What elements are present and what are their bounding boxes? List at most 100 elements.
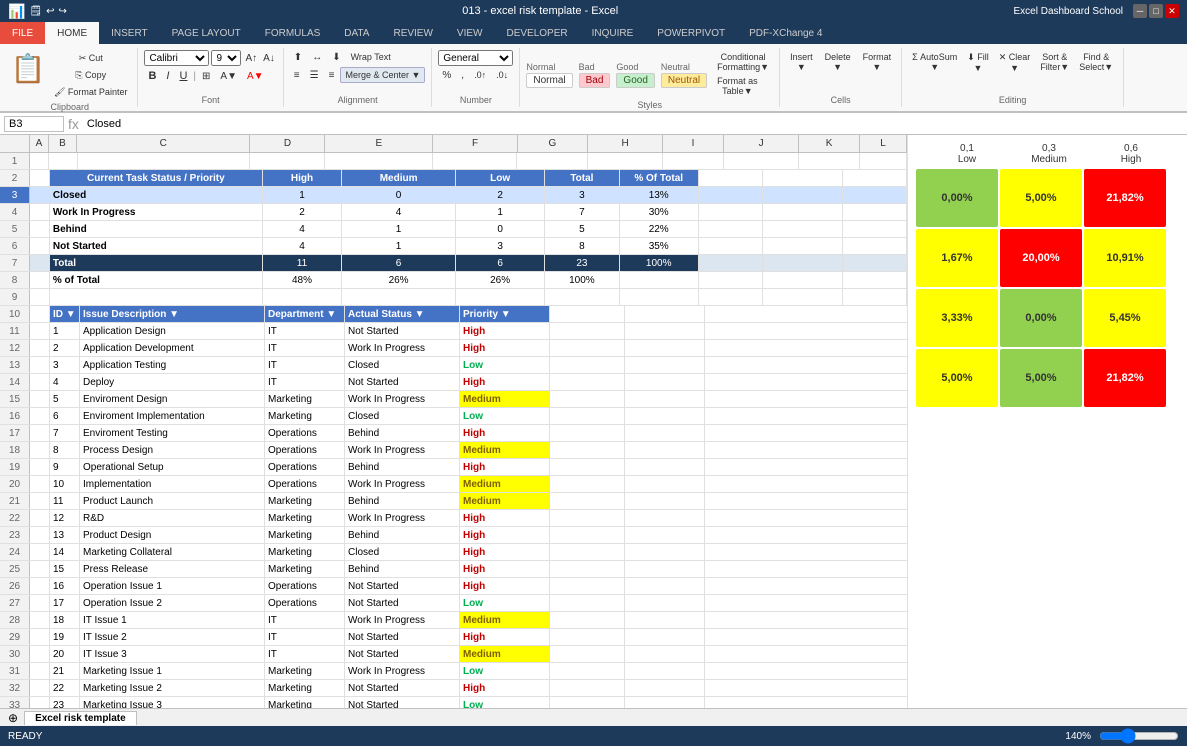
behind-low[interactable]: 0 [456, 221, 545, 237]
id-col-header[interactable]: ID ▼ [50, 306, 80, 322]
row-num-4[interactable]: 4 [0, 204, 30, 220]
ns-total[interactable]: 8 [545, 238, 619, 254]
align-top-btn[interactable]: ⬆ [290, 50, 306, 65]
task-id-22[interactable]: 12 [50, 510, 80, 526]
task-desc-12[interactable]: Application Development [80, 340, 265, 356]
task-priority-20[interactable]: Medium [460, 476, 550, 492]
row-num-3[interactable]: 3 [0, 187, 30, 203]
total-pct[interactable]: 100% [620, 255, 699, 271]
tab-data[interactable]: DATA [332, 22, 381, 44]
good-style[interactable]: Good [616, 73, 654, 88]
decrease-font-btn[interactable]: A↓ [261, 53, 277, 64]
task-priority-31[interactable]: Low [460, 663, 550, 679]
closed-low[interactable]: 2 [456, 187, 545, 203]
task-status-13[interactable]: Closed [345, 357, 460, 373]
task-status-32[interactable]: Not Started [345, 680, 460, 696]
row-num-25[interactable]: 25 [0, 561, 30, 577]
task-desc-31[interactable]: Marketing Issue 1 [80, 663, 265, 679]
task-status-11[interactable]: Not Started [345, 323, 460, 339]
copy-btn[interactable]: ⎘ Copy [50, 68, 131, 83]
task-priority-11[interactable]: High [460, 323, 550, 339]
row-num-27[interactable]: 27 [0, 595, 30, 611]
col-header-e[interactable]: E [325, 135, 433, 152]
task-status-25[interactable]: Behind [345, 561, 460, 577]
font-select[interactable]: Calibri [144, 50, 209, 66]
task-desc-27[interactable]: Operation Issue 2 [80, 595, 265, 611]
task-dept-22[interactable]: Marketing [265, 510, 345, 526]
task-priority-27[interactable]: Low [460, 595, 550, 611]
row-num-28[interactable]: 28 [0, 612, 30, 628]
task-id-11[interactable]: 1 [50, 323, 80, 339]
task-status-30[interactable]: Not Started [345, 646, 460, 662]
formula-input[interactable] [83, 117, 1183, 131]
task-status-28[interactable]: Work In Progress [345, 612, 460, 628]
row-num-33[interactable]: 33 [0, 697, 30, 708]
task-id-20[interactable]: 10 [50, 476, 80, 492]
not-started-label[interactable]: Not Started [50, 238, 263, 254]
task-dept-29[interactable]: IT [265, 629, 345, 645]
col-header-l[interactable]: L [860, 135, 907, 152]
task-id-33[interactable]: 23 [50, 697, 80, 708]
row-num-13[interactable]: 13 [0, 357, 30, 373]
task-desc-29[interactable]: IT Issue 2 [80, 629, 265, 645]
task-id-12[interactable]: 2 [50, 340, 80, 356]
task-desc-18[interactable]: Process Design [80, 442, 265, 458]
task-priority-16[interactable]: Low [460, 408, 550, 424]
task-status-21[interactable]: Behind [345, 493, 460, 509]
sort-filter-btn[interactable]: Sort &Filter▼ [1036, 50, 1073, 75]
task-desc-33[interactable]: Marketing Issue 3 [80, 697, 265, 708]
wip-medium[interactable]: 4 [342, 204, 456, 220]
task-priority-30[interactable]: Medium [460, 646, 550, 662]
row-num-26[interactable]: 26 [0, 578, 30, 594]
ns-low[interactable]: 3 [456, 238, 545, 254]
cell-reference[interactable] [4, 116, 64, 132]
task-status-12[interactable]: Work In Progress [345, 340, 460, 356]
task-priority-26[interactable]: High [460, 578, 550, 594]
align-left-btn[interactable]: ≡ [290, 68, 304, 83]
task-status-23[interactable]: Behind [345, 527, 460, 543]
task-id-25[interactable]: 15 [50, 561, 80, 577]
task-priority-23[interactable]: High [460, 527, 550, 543]
row-num-22[interactable]: 22 [0, 510, 30, 526]
cut-btn[interactable]: ✂ Cut [50, 51, 131, 66]
pct-medium[interactable]: 26% [342, 272, 456, 288]
col-header-h[interactable]: H [588, 135, 663, 152]
task-id-29[interactable]: 19 [50, 629, 80, 645]
task-dept-32[interactable]: Marketing [265, 680, 345, 696]
pct-low[interactable]: 26% [456, 272, 545, 288]
row-num-14[interactable]: 14 [0, 374, 30, 390]
tab-home[interactable]: HOME [45, 22, 99, 44]
format-as-table-btn[interactable]: Format asTable▼ [713, 74, 762, 98]
row-num-10[interactable]: 10 [0, 306, 30, 322]
task-status-27[interactable]: Not Started [345, 595, 460, 611]
row-num-2[interactable]: 2 [0, 170, 30, 186]
row-num-21[interactable]: 21 [0, 493, 30, 509]
task-desc-32[interactable]: Marketing Issue 2 [80, 680, 265, 696]
task-status-26[interactable]: Not Started [345, 578, 460, 594]
align-center-btn[interactable]: ☰ [306, 68, 323, 83]
task-status-19[interactable]: Behind [345, 459, 460, 475]
task-id-14[interactable]: 4 [50, 374, 80, 390]
row-num-32[interactable]: 32 [0, 680, 30, 696]
maximize-btn[interactable]: □ [1149, 4, 1163, 18]
row-num-6[interactable]: 6 [0, 238, 30, 254]
ns-high[interactable]: 4 [263, 238, 342, 254]
align-bottom-btn[interactable]: ⬇ [328, 50, 344, 65]
task-dept-20[interactable]: Operations [265, 476, 345, 492]
pct-total[interactable]: 100% [545, 272, 619, 288]
decrease-decimal-btn[interactable]: .0↓ [492, 68, 512, 83]
tab-page-layout[interactable]: PAGE LAYOUT [160, 22, 253, 44]
task-dept-31[interactable]: Marketing [265, 663, 345, 679]
task-dept-14[interactable]: IT [265, 374, 345, 390]
closed-total[interactable]: 3 [545, 187, 619, 203]
row-num-15[interactable]: 15 [0, 391, 30, 407]
task-dept-18[interactable]: Operations [265, 442, 345, 458]
behind-pct[interactable]: 22% [620, 221, 699, 237]
wip-low[interactable]: 1 [456, 204, 545, 220]
pct-pct[interactable] [620, 272, 699, 288]
font-size-select[interactable]: 9 [211, 50, 241, 66]
task-desc-20[interactable]: Implementation [80, 476, 265, 492]
task-dept-13[interactable]: IT [265, 357, 345, 373]
task-priority-28[interactable]: Medium [460, 612, 550, 628]
bold-btn[interactable]: B [144, 68, 160, 84]
